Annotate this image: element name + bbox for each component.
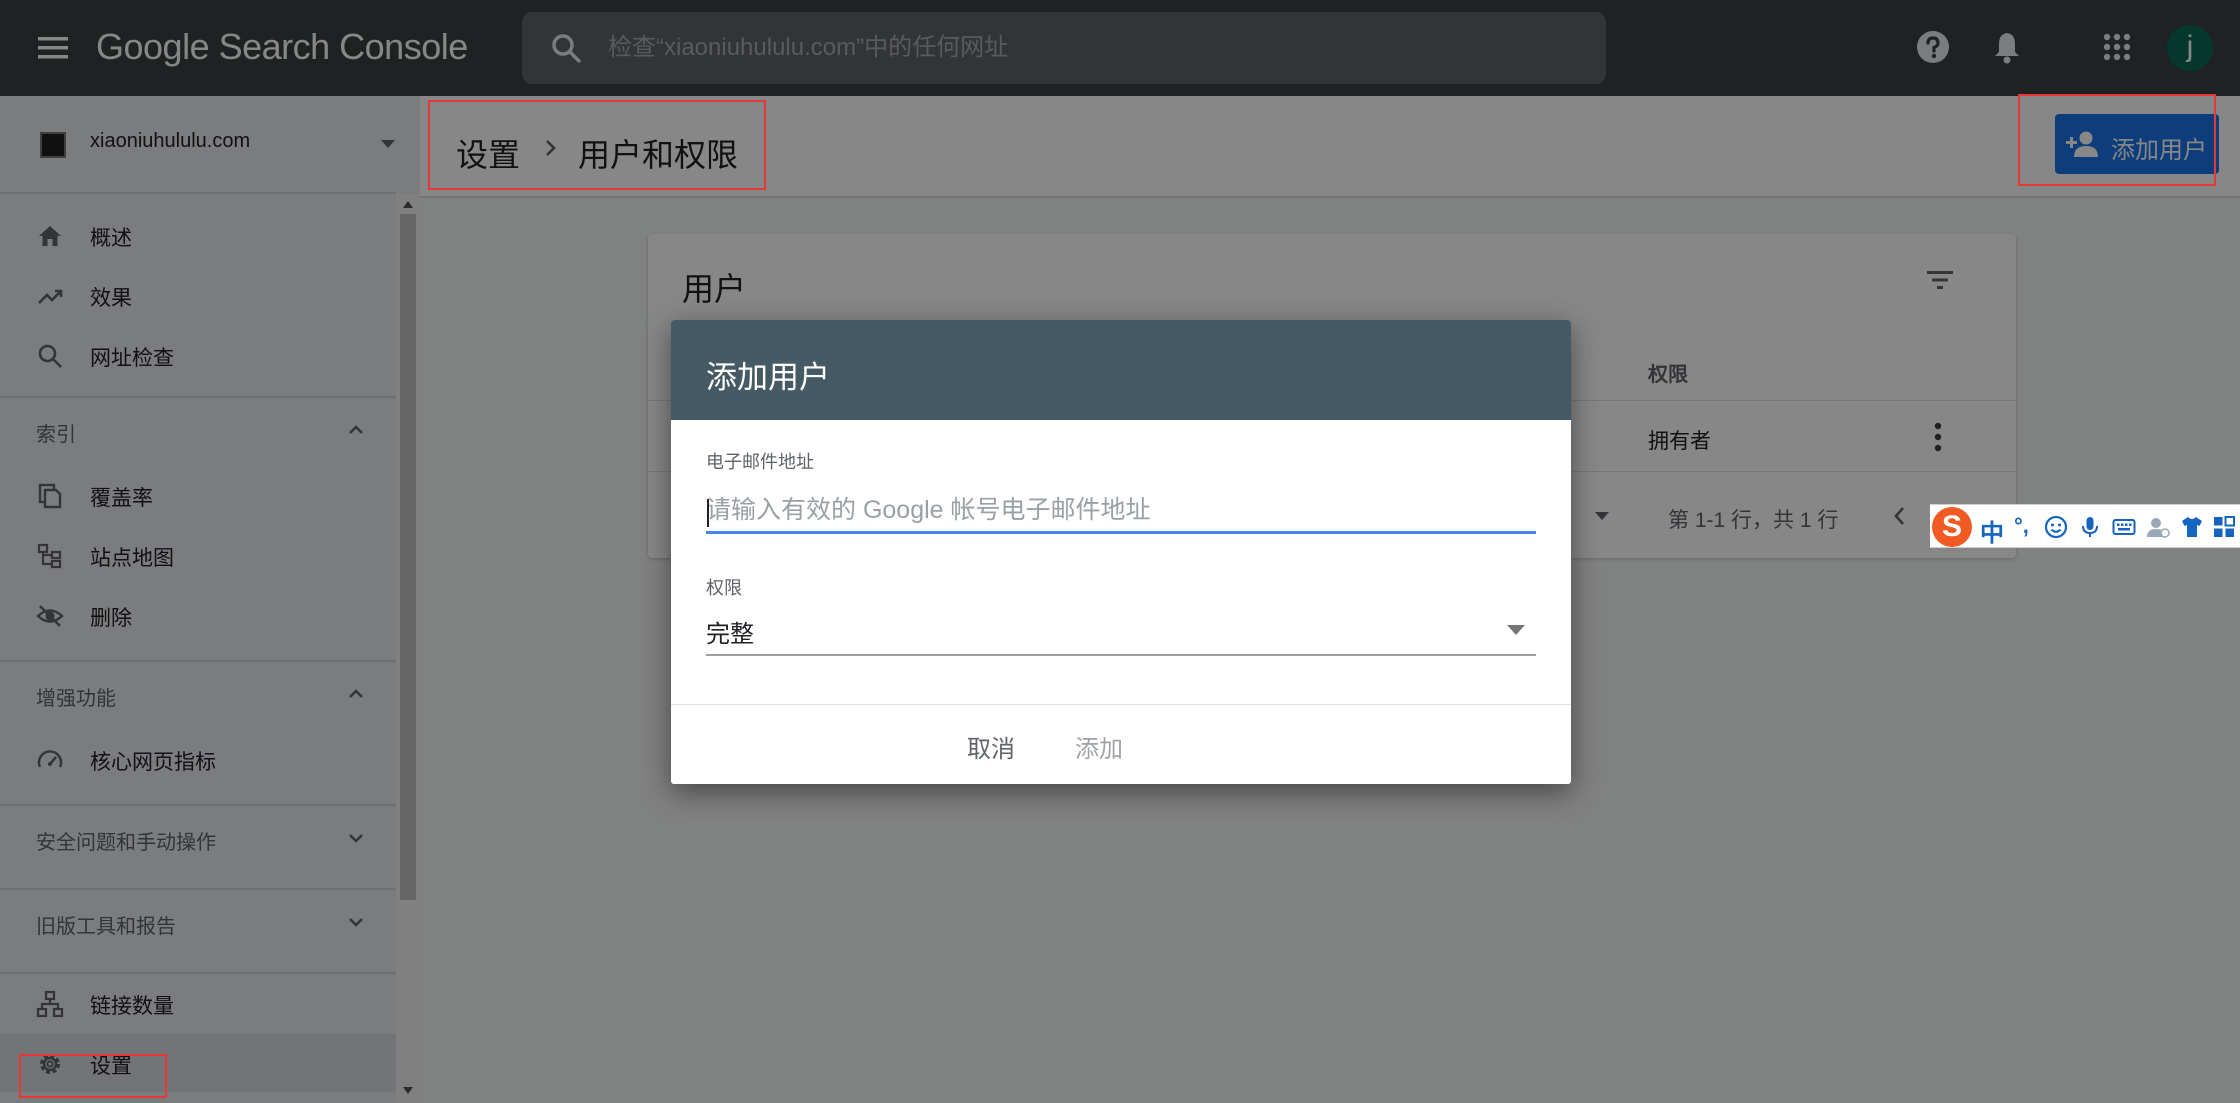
- keyboard-icon[interactable]: [2112, 515, 2136, 539]
- dialog-header: 添加用户: [671, 320, 1571, 420]
- caret-down-icon: [1506, 624, 1526, 636]
- emoji-icon[interactable]: [2044, 515, 2068, 539]
- ime-punctuation[interactable]: °,: [2014, 513, 2029, 539]
- permission-select[interactable]: 完整: [706, 602, 1536, 656]
- permission-field-label: 权限: [706, 578, 742, 598]
- annotation-box-add-user: [2018, 94, 2216, 186]
- toolbox-grid-icon[interactable]: [2212, 515, 2236, 539]
- dialog-divider: [671, 704, 1571, 705]
- skin-shirt-icon[interactable]: [2180, 515, 2204, 539]
- ime-mode-chinese[interactable]: 中: [1980, 513, 2004, 548]
- ime-brand-logo[interactable]: S: [1932, 507, 1972, 547]
- annotation-box-settings: [19, 1054, 167, 1098]
- annotation-box-breadcrumb: [428, 100, 766, 190]
- email-field-label: 电子邮件地址: [706, 452, 814, 472]
- email-field[interactable]: [706, 490, 1536, 534]
- ime-toolbar[interactable]: S 中 °,: [1930, 504, 2240, 548]
- add-button[interactable]: 添加: [1049, 724, 1149, 768]
- dialog-title: 添加用户: [706, 360, 830, 395]
- text-cursor: [707, 499, 709, 527]
- add-user-dialog: 添加用户 电子邮件地址 权限 完整 取消 添加: [671, 320, 1571, 784]
- cancel-button[interactable]: 取消: [941, 724, 1041, 768]
- permission-select-value: 完整: [706, 621, 754, 648]
- microphone-icon[interactable]: [2078, 515, 2102, 539]
- user-profile-icon[interactable]: [2146, 515, 2170, 539]
